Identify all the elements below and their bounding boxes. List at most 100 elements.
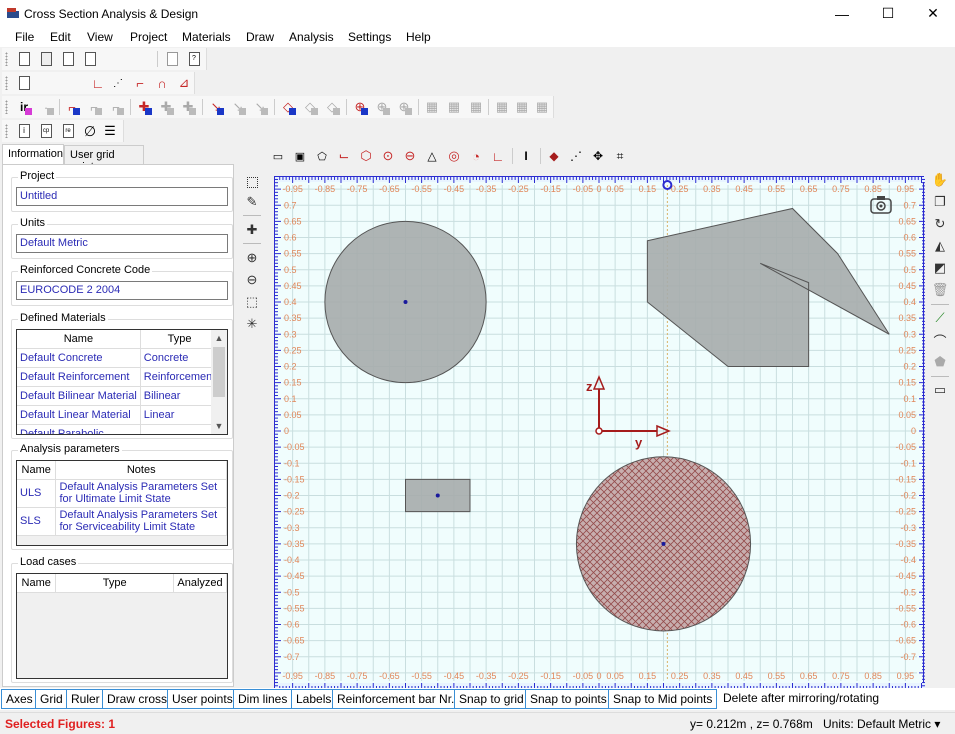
toolbar-grip[interactable] [5, 124, 8, 138]
zoom-out-icon[interactable]: ⊖ [244, 272, 260, 288]
table-row[interactable]: Default Reinforcement Reinforcement [17, 367, 220, 387]
stress-r2-icon[interactable]: ↘ [252, 99, 268, 115]
analysis-name[interactable]: ULS [17, 479, 57, 508]
menu-view[interactable]: View [87, 30, 113, 44]
polyline-icon[interactable]: ⋰ [110, 75, 126, 91]
tab-information[interactable]: Information [2, 144, 64, 165]
toggle-snap-to-mid-points[interactable]: Snap to Mid points [608, 689, 718, 709]
interaction-r2-icon[interactable]: ✚ [180, 99, 196, 115]
material-name[interactable]: Default Bilinear Material [17, 386, 141, 406]
maximize-button[interactable]: ☐ [865, 0, 911, 27]
corner-tool[interactable]: ∟ [490, 148, 506, 164]
i-beam-tool[interactable]: I [518, 148, 534, 164]
toggle-dim-lines[interactable]: Dim lines [233, 689, 293, 709]
ring-tool[interactable]: ◎ [446, 148, 462, 164]
list-icon[interactable]: ☰ [102, 123, 118, 139]
column-header-type[interactable]: Type [55, 574, 175, 593]
toolbar-grip[interactable] [5, 76, 8, 90]
toggle-labels[interactable]: Labels [291, 689, 337, 709]
units-field[interactable]: Default Metric [16, 234, 228, 253]
canvas-svg[interactable]: yz -0.95-0.95-0.85-0.85-0.75-0.75-0.65-0… [275, 177, 925, 689]
dimension-line-icon[interactable]: ⟋ [932, 310, 948, 326]
save-as-icon[interactable] [82, 51, 98, 67]
code-field[interactable]: EUROCODE 2 2004 [16, 281, 228, 300]
arch-icon[interactable]: ∩ [154, 75, 170, 91]
toggle-grid[interactable]: Grid [35, 689, 68, 709]
toggle-axes[interactable]: Axes [1, 689, 38, 709]
interaction-r1-icon[interactable]: ✚ [158, 99, 174, 115]
interaction-l-icon[interactable]: ✚ [136, 99, 152, 115]
empty-set-icon[interactable]: ∅ [82, 123, 98, 139]
hexagon-tool[interactable]: ⬡ [358, 148, 374, 164]
paint-icon[interactable]: ✎ [244, 194, 260, 210]
menu-draw[interactable]: Draw [246, 30, 274, 44]
line-icon[interactable]: ∟ [90, 75, 106, 91]
menu-settings[interactable]: Settings [348, 30, 391, 44]
copy-icon[interactable] [164, 51, 180, 67]
table-row[interactable]: SLS Default Analysis Parameters Set for S… [17, 507, 227, 536]
copy-icon[interactable]: ❐ [932, 194, 948, 210]
play-r2-icon[interactable]: ▦ [534, 99, 550, 115]
material-name[interactable]: Default Parabolic [17, 424, 141, 434]
material-type[interactable] [140, 424, 220, 434]
material-type[interactable]: Bilinear [140, 386, 220, 406]
zoom-in-icon[interactable]: ⊕ [244, 250, 260, 266]
diagram-r1-icon[interactable]: ◇ [302, 99, 318, 115]
menu-materials[interactable]: Materials [182, 30, 231, 44]
material-name[interactable]: Default Concrete [17, 348, 141, 368]
new-file-icon[interactable] [16, 51, 32, 67]
toggle-snap-to-grid[interactable]: Snap to grid [454, 689, 529, 709]
hand-icon[interactable]: ✋ [932, 172, 948, 188]
scroll-down-icon[interactable]: ▼ [211, 418, 227, 434]
column-header-name[interactable]: Name [17, 330, 141, 349]
toggle-user-points[interactable]: User points [167, 689, 238, 709]
l-shape-tool[interactable]: ⌙ [336, 148, 352, 164]
triangle-tool[interactable]: △ [424, 148, 440, 164]
materials-scrollbar[interactable]: ▲ ▼ [211, 330, 227, 434]
close-button[interactable]: ✕ [910, 0, 955, 27]
moment-curvature-r2-icon[interactable]: ⌐ [108, 99, 124, 115]
table-row[interactable]: Default Parabolic [17, 424, 220, 434]
moment-curvature-r1-icon[interactable]: ⌐ [86, 99, 102, 115]
stress-r1-icon[interactable]: ↘ [230, 99, 246, 115]
material-type[interactable]: Linear [140, 405, 220, 425]
drawing-canvas[interactable]: yz -0.95 -0.95 -0.85 -0.85 -0.75 -0.75 -0.65 -0… [274, 176, 925, 689]
moment-curvature-l-icon[interactable]: ⌐ [64, 99, 80, 115]
toggle-delete-after-mirroring[interactable]: Delete after mirroring/rotating [719, 689, 884, 709]
scroll-up-icon[interactable]: ▲ [211, 330, 227, 346]
line-points-tool[interactable]: ⋰ [568, 148, 584, 164]
ir-r-icon[interactable]: · [38, 99, 54, 115]
query-r1-icon[interactable]: ▦ [446, 99, 462, 115]
analysis-notes[interactable]: Default Analysis Parameters Set for Ulti… [55, 479, 227, 508]
project-field[interactable]: Untitled [16, 187, 228, 206]
curve-icon[interactable]: ⌐ [132, 75, 148, 91]
query-r2-icon[interactable]: ▦ [468, 99, 484, 115]
column-header-analyzed[interactable]: Analyzed [173, 574, 227, 593]
table-row[interactable]: Default Linear Material Linear [17, 405, 220, 425]
material-name[interactable]: Default Linear Material [17, 405, 141, 425]
cp-icon[interactable]: cp [38, 123, 54, 139]
info-icon[interactable]: i [16, 123, 32, 139]
diagram-r2-icon[interactable]: ◇ [324, 99, 340, 115]
arc-dimension-icon[interactable]: ⌒ [932, 332, 948, 349]
scroll-thumb[interactable] [213, 347, 225, 397]
toggle-snap-to-points[interactable]: Snap to points [525, 689, 612, 709]
column-header-type[interactable]: Type [140, 330, 220, 349]
menu-help[interactable]: Help [406, 30, 431, 44]
save-icon[interactable] [60, 51, 76, 67]
table-row[interactable]: Default Bilinear Material Bilinear [17, 386, 220, 406]
rectangle-tool[interactable]: ▭ [270, 148, 286, 164]
material-type[interactable]: Reinforcement [140, 367, 220, 387]
help-file-icon[interactable]: ? [186, 51, 202, 67]
analysis-notes[interactable]: Default Analysis Parameters Set for Serv… [55, 507, 227, 536]
query-l-icon[interactable]: ▦ [424, 99, 440, 115]
delete-icon[interactable]: 🗑 [932, 282, 949, 298]
select-icon[interactable] [244, 174, 260, 190]
circle-tool[interactable]: ⊙ [380, 148, 396, 164]
axial-r1-icon[interactable]: ⊕ [374, 99, 390, 115]
chart-icon[interactable]: ⊿ [176, 75, 192, 91]
units-dropdown[interactable]: Units: Default Metric ▾ [823, 717, 940, 731]
zoom-extents-icon[interactable]: ✳ [244, 316, 260, 332]
rotate-icon[interactable]: ↻ [932, 216, 948, 232]
axial-l-icon[interactable]: ⊕ [352, 99, 368, 115]
